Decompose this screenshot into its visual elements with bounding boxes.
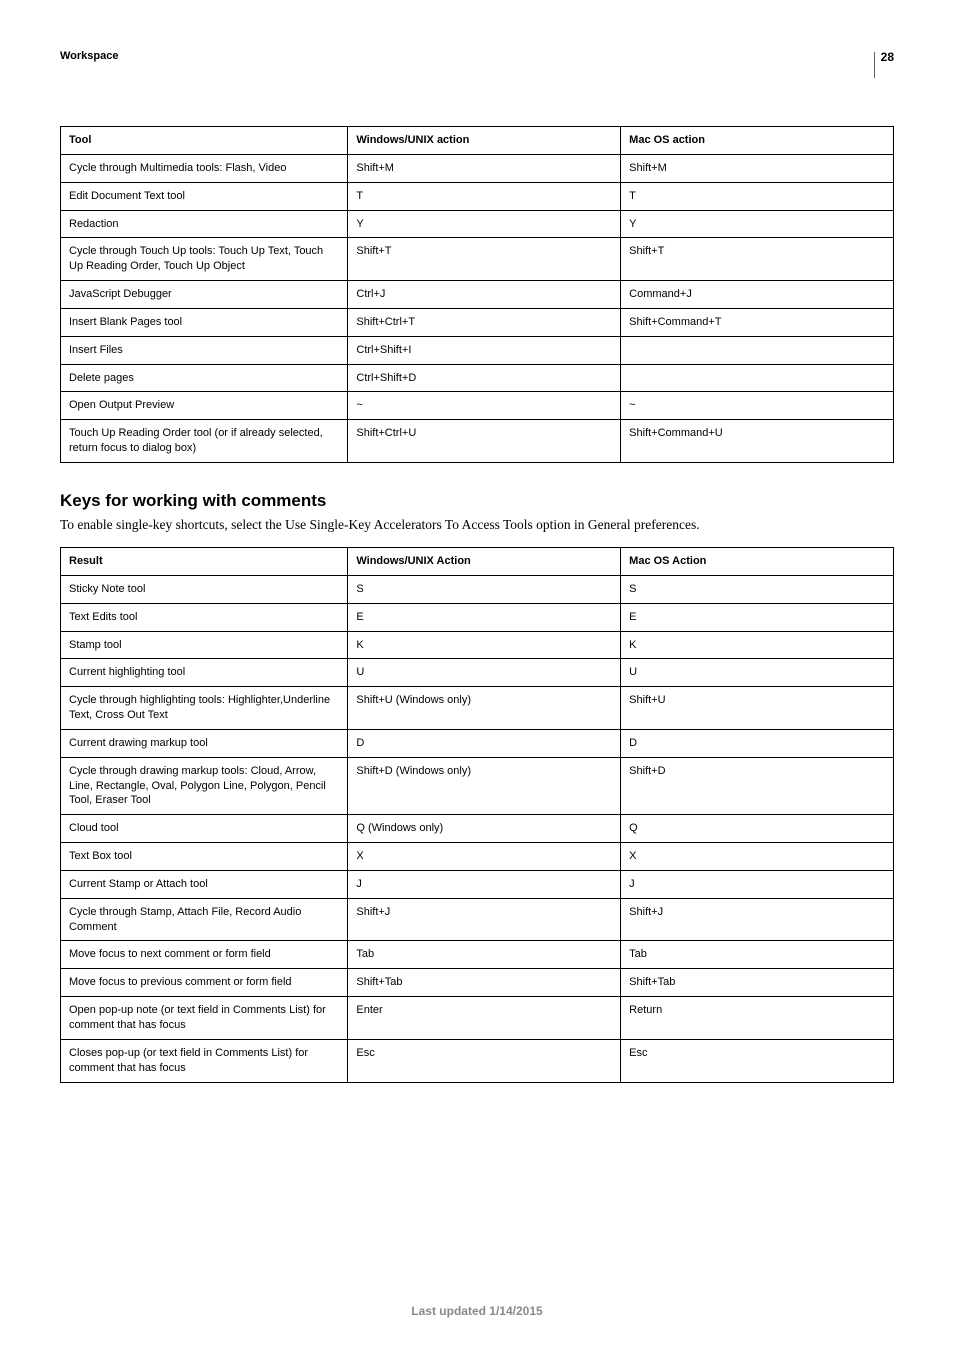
th-mac: Mac OS action	[621, 127, 894, 155]
table-row: Cycle through drawing markup tools: Clou…	[61, 757, 894, 815]
page-number-bar	[874, 52, 875, 78]
th-win: Windows/UNIX Action	[348, 547, 621, 575]
page-header: Workspace 28	[60, 50, 894, 78]
table-row: Closes pop-up (or text field in Comments…	[61, 1039, 894, 1082]
table-row: Edit Document Text toolTT	[61, 182, 894, 210]
footer-updated: Last updated 1/14/2015	[0, 1304, 954, 1318]
section-intro: To enable single-key shortcuts, select t…	[60, 517, 894, 533]
workspace-label: Workspace	[60, 50, 119, 62]
table-row: Insert Blank Pages toolShift+Ctrl+TShift…	[61, 308, 894, 336]
th-tool: Tool	[61, 127, 348, 155]
table-row: Open pop-up note (or text field in Comme…	[61, 997, 894, 1040]
th-mac: Mac OS Action	[621, 547, 894, 575]
tools-shortcut-table: Tool Windows/UNIX action Mac OS action C…	[60, 126, 894, 463]
th-win: Windows/UNIX action	[348, 127, 621, 155]
table-row: JavaScript DebuggerCtrl+JCommand+J	[61, 281, 894, 309]
table-row: Text Edits toolEE	[61, 603, 894, 631]
table-row: Move focus to next comment or form field…	[61, 941, 894, 969]
table-row: Cycle through highlighting tools: Highli…	[61, 687, 894, 730]
th-result: Result	[61, 547, 348, 575]
table-row: Delete pagesCtrl+Shift+D	[61, 364, 894, 392]
table-header-row: Result Windows/UNIX Action Mac OS Action	[61, 547, 894, 575]
table-row: Text Box toolXX	[61, 843, 894, 871]
table-row: RedactionYY	[61, 210, 894, 238]
table-row: Sticky Note toolSS	[61, 575, 894, 603]
table-row: Insert FilesCtrl+Shift+I	[61, 336, 894, 364]
table-row: Cycle through Multimedia tools: Flash, V…	[61, 154, 894, 182]
page-number: 28	[874, 50, 894, 78]
table-row: Open Output Preview~~	[61, 392, 894, 420]
table-row: Current highlighting toolUU	[61, 659, 894, 687]
table-row: Cycle through Stamp, Attach File, Record…	[61, 898, 894, 941]
table-row: Touch Up Reading Order tool (or if alrea…	[61, 420, 894, 463]
table-row: Cloud toolQ (Windows only)Q	[61, 815, 894, 843]
table-row: Stamp toolKK	[61, 631, 894, 659]
table-row: Current Stamp or Attach toolJJ	[61, 870, 894, 898]
section-heading-comments: Keys for working with comments	[60, 491, 894, 511]
table-row: Move focus to previous comment or form f…	[61, 969, 894, 997]
table-header-row: Tool Windows/UNIX action Mac OS action	[61, 127, 894, 155]
table-row: Cycle through Touch Up tools: Touch Up T…	[61, 238, 894, 281]
comments-shortcut-table: Result Windows/UNIX Action Mac OS Action…	[60, 547, 894, 1083]
table-row: Current drawing markup toolDD	[61, 729, 894, 757]
